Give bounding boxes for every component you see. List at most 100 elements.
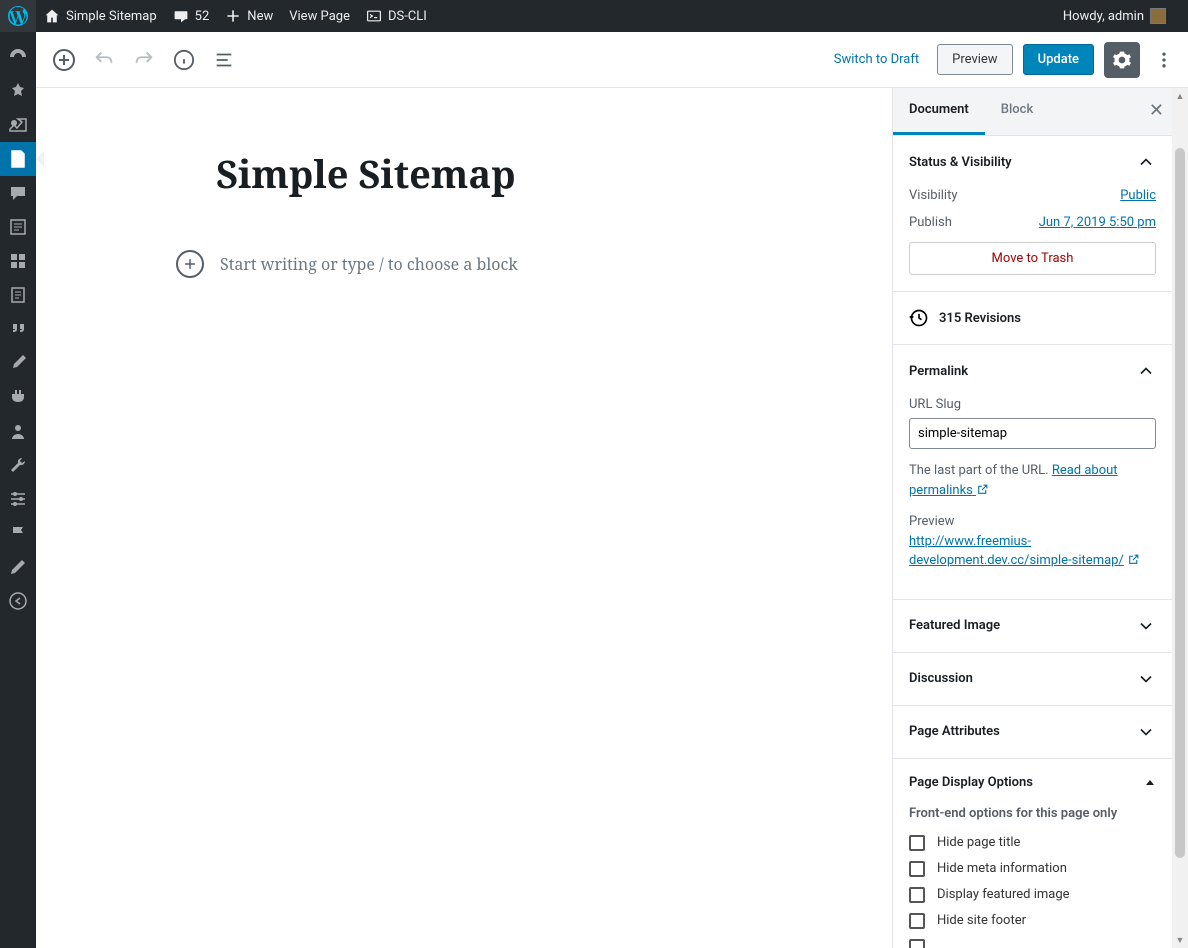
avatar bbox=[1150, 8, 1166, 24]
redo-icon bbox=[133, 49, 155, 71]
menu-users[interactable] bbox=[0, 414, 36, 448]
panel-status-header[interactable]: Status & Visibility bbox=[893, 136, 1172, 188]
wordpress-icon bbox=[8, 6, 28, 26]
menu-plugins[interactable] bbox=[0, 380, 36, 414]
checkbox-hide-footer[interactable] bbox=[909, 913, 925, 929]
site-name-label: Simple Sitemap bbox=[66, 9, 157, 24]
media-icon bbox=[8, 115, 28, 135]
chevron-down-icon bbox=[1136, 669, 1156, 689]
menu-pin[interactable] bbox=[0, 74, 36, 108]
menu-collapse[interactable] bbox=[0, 584, 36, 618]
new-content[interactable]: New bbox=[217, 0, 281, 32]
page-icon bbox=[8, 149, 28, 169]
sidebar-close[interactable]: ✕ bbox=[1149, 100, 1164, 121]
admin-bar-left: Simple Sitemap 52 New View Page DS-CLI bbox=[0, 0, 435, 32]
checkbox-hide-title[interactable] bbox=[909, 835, 925, 851]
howdy-account[interactable]: Howdy, admin bbox=[1055, 0, 1174, 32]
panel-discussion-header[interactable]: Discussion bbox=[893, 653, 1172, 705]
panel-discussion-title: Discussion bbox=[909, 671, 973, 686]
redo-button[interactable] bbox=[126, 42, 162, 78]
menu-appearance[interactable] bbox=[0, 346, 36, 380]
visibility-value[interactable]: Public bbox=[1120, 188, 1156, 203]
panel-page-attributes-header[interactable]: Page Attributes bbox=[893, 706, 1172, 758]
comments-icon bbox=[8, 183, 28, 203]
panel-status: Status & Visibility Visibility Public Pu… bbox=[893, 136, 1172, 292]
panel-permalink-header[interactable]: Permalink bbox=[893, 345, 1172, 397]
menu-tools[interactable] bbox=[0, 448, 36, 482]
menu-doc[interactable] bbox=[0, 278, 36, 312]
scrollbar-thumb[interactable] bbox=[1175, 148, 1185, 858]
editor-header: Switch to Draft Preview Update bbox=[36, 32, 1188, 88]
comments-link[interactable]: 52 bbox=[165, 0, 218, 32]
preview-url[interactable]: http://www.freemius-development.dev.cc/s… bbox=[909, 534, 1124, 569]
post-title[interactable]: Simple Sitemap bbox=[216, 148, 816, 200]
preview-label: Preview bbox=[909, 512, 1156, 532]
editor: Switch to Draft Preview Update Simple Si… bbox=[36, 32, 1188, 948]
view-page-label: View Page bbox=[289, 9, 350, 24]
inline-add-block[interactable] bbox=[176, 250, 204, 278]
checkbox-featured[interactable] bbox=[909, 887, 925, 903]
tab-document[interactable]: Document bbox=[893, 88, 985, 135]
undo-button[interactable] bbox=[86, 42, 122, 78]
panel-display-options-header[interactable]: Page Display Options bbox=[893, 759, 1172, 806]
menu-quote[interactable] bbox=[0, 312, 36, 346]
menu-media[interactable] bbox=[0, 108, 36, 142]
panel-status-title: Status & Visibility bbox=[909, 155, 1012, 170]
menu-pages[interactable] bbox=[0, 142, 36, 176]
plus-circle-icon bbox=[52, 48, 76, 72]
pin-icon bbox=[8, 81, 28, 101]
collapse-icon bbox=[8, 591, 28, 611]
howdy-label: Howdy, admin bbox=[1063, 9, 1144, 24]
sidebar-tabs: Document Block ✕ bbox=[893, 88, 1172, 136]
publish-value[interactable]: Jun 7, 2019 5:50 pm bbox=[1039, 215, 1156, 230]
menu-settings[interactable] bbox=[0, 482, 36, 516]
menu-custom1[interactable] bbox=[0, 516, 36, 550]
ds-cli[interactable]: DS-CLI bbox=[358, 0, 435, 32]
sidebar-scroll[interactable]: Status & Visibility Visibility Public Pu… bbox=[893, 136, 1172, 948]
scroll-down-arrow-icon[interactable]: ▼ bbox=[1172, 932, 1188, 948]
menu-dashboard[interactable] bbox=[0, 40, 36, 74]
menu-edit[interactable] bbox=[0, 550, 36, 584]
panel-permalink-title: Permalink bbox=[909, 364, 968, 379]
checkbox-extra[interactable] bbox=[909, 939, 925, 948]
scroll-up-arrow-icon[interactable]: ▲ bbox=[1172, 88, 1188, 104]
view-page[interactable]: View Page bbox=[281, 0, 358, 32]
switch-draft-button[interactable]: Switch to Draft bbox=[826, 46, 927, 73]
block-placeholder[interactable]: Start writing or type / to choose a bloc… bbox=[220, 253, 518, 275]
preview-button[interactable]: Preview bbox=[937, 44, 1012, 75]
comment-icon bbox=[173, 8, 189, 24]
add-block-button[interactable] bbox=[46, 42, 82, 78]
slug-input[interactable] bbox=[909, 418, 1156, 449]
tab-block[interactable]: Block bbox=[985, 88, 1049, 135]
publish-label: Publish bbox=[909, 215, 952, 230]
gear-icon bbox=[1112, 50, 1132, 70]
plus-icon bbox=[183, 257, 197, 271]
panel-page-attributes: Page Attributes bbox=[893, 706, 1172, 759]
update-button[interactable]: Update bbox=[1023, 44, 1094, 75]
editor-canvas[interactable]: Simple Sitemap Start writing or type / t… bbox=[36, 88, 892, 948]
panel-display-options-title: Page Display Options bbox=[909, 775, 1033, 790]
panel-featured-image-header[interactable]: Featured Image bbox=[893, 600, 1172, 652]
site-home[interactable]: Simple Sitemap bbox=[36, 0, 165, 32]
menu-comments[interactable] bbox=[0, 176, 36, 210]
more-menu-button[interactable] bbox=[1150, 42, 1178, 78]
move-to-trash-button[interactable]: Move to Trash bbox=[909, 242, 1156, 275]
outline-button[interactable] bbox=[206, 42, 242, 78]
menu-grid[interactable] bbox=[0, 244, 36, 278]
checkbox-hide-meta[interactable] bbox=[909, 861, 925, 877]
chevron-down-icon bbox=[1136, 722, 1156, 742]
sliders-icon bbox=[8, 489, 28, 509]
ds-cli-label: DS-CLI bbox=[388, 9, 427, 24]
external-icon bbox=[976, 483, 989, 496]
menu-forms[interactable] bbox=[0, 210, 36, 244]
info-button[interactable] bbox=[166, 42, 202, 78]
admin-bar: Simple Sitemap 52 New View Page DS-CLI H… bbox=[0, 0, 1188, 32]
settings-toggle[interactable] bbox=[1104, 42, 1140, 78]
plus-icon bbox=[225, 8, 241, 24]
revisions-row[interactable]: 315 Revisions bbox=[893, 292, 1172, 345]
wp-logo[interactable] bbox=[0, 0, 36, 32]
outer-scrollbar[interactable]: ▲ ▼ bbox=[1172, 88, 1188, 948]
triangle-up-icon bbox=[1144, 776, 1156, 788]
flag-icon bbox=[8, 523, 28, 543]
permalink-help-text: The last part of the URL. bbox=[909, 463, 1052, 478]
